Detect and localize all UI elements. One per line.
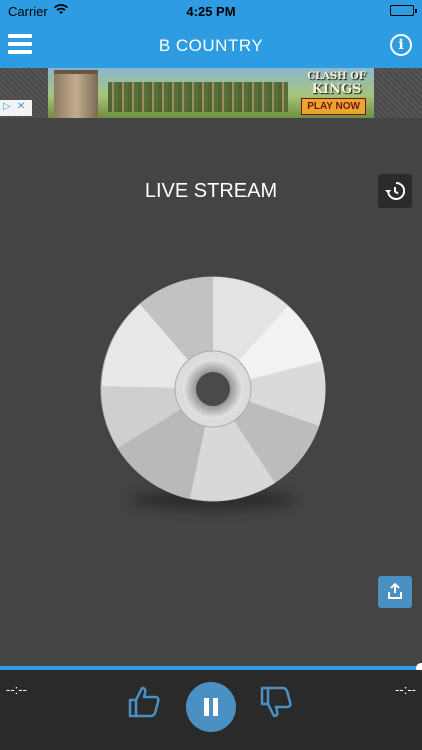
ad-choices[interactable]: ▷ ✕ [0,100,32,116]
ad-logo-line2: KINGS [311,82,362,97]
nav-bar: B COUNTRY i [0,22,422,68]
thumbs-down-button[interactable] [258,684,294,720]
clock: 4:25 PM [186,4,236,19]
ad-container: ▷ ✕ CLASH OF KINGS PLAY NOW [0,68,422,118]
page-title: B COUNTRY [158,36,264,55]
status-bar: Carrier 4:25 PM [0,0,422,22]
share-icon [388,583,402,599]
history-button[interactable] [378,174,412,208]
ad-info-icon[interactable]: ▷ [3,101,11,112]
history-icon [385,181,405,200]
stream-title: LIVE STREAM [144,180,278,202]
thumbs-up-icon [128,686,160,718]
elapsed-time: --:-- [6,682,27,697]
thumbs-up-button[interactable] [126,684,162,720]
ad-logo: CLASH OF KINGS [307,70,366,96]
cd-disc-image [100,276,326,502]
player-controls: --:-- --:-- [0,670,422,750]
ad-army-image [108,82,288,112]
info-icon[interactable]: i [390,34,412,56]
battery-icon [390,5,417,16]
ad-castle-image [54,70,98,118]
pause-icon-bar [213,698,218,716]
player-panel: LIVE STREAM [0,118,422,668]
thumbs-down-icon [260,686,292,718]
ad-banner[interactable]: CLASH OF KINGS PLAY NOW [48,68,374,118]
ad-play-now-button[interactable]: PLAY NOW [301,98,366,115]
ad-close-icon[interactable]: ✕ [17,101,25,112]
share-button[interactable] [378,576,412,608]
pause-icon [204,698,209,716]
remaining-time: --:-- [395,682,416,697]
pause-button[interactable] [186,682,236,732]
